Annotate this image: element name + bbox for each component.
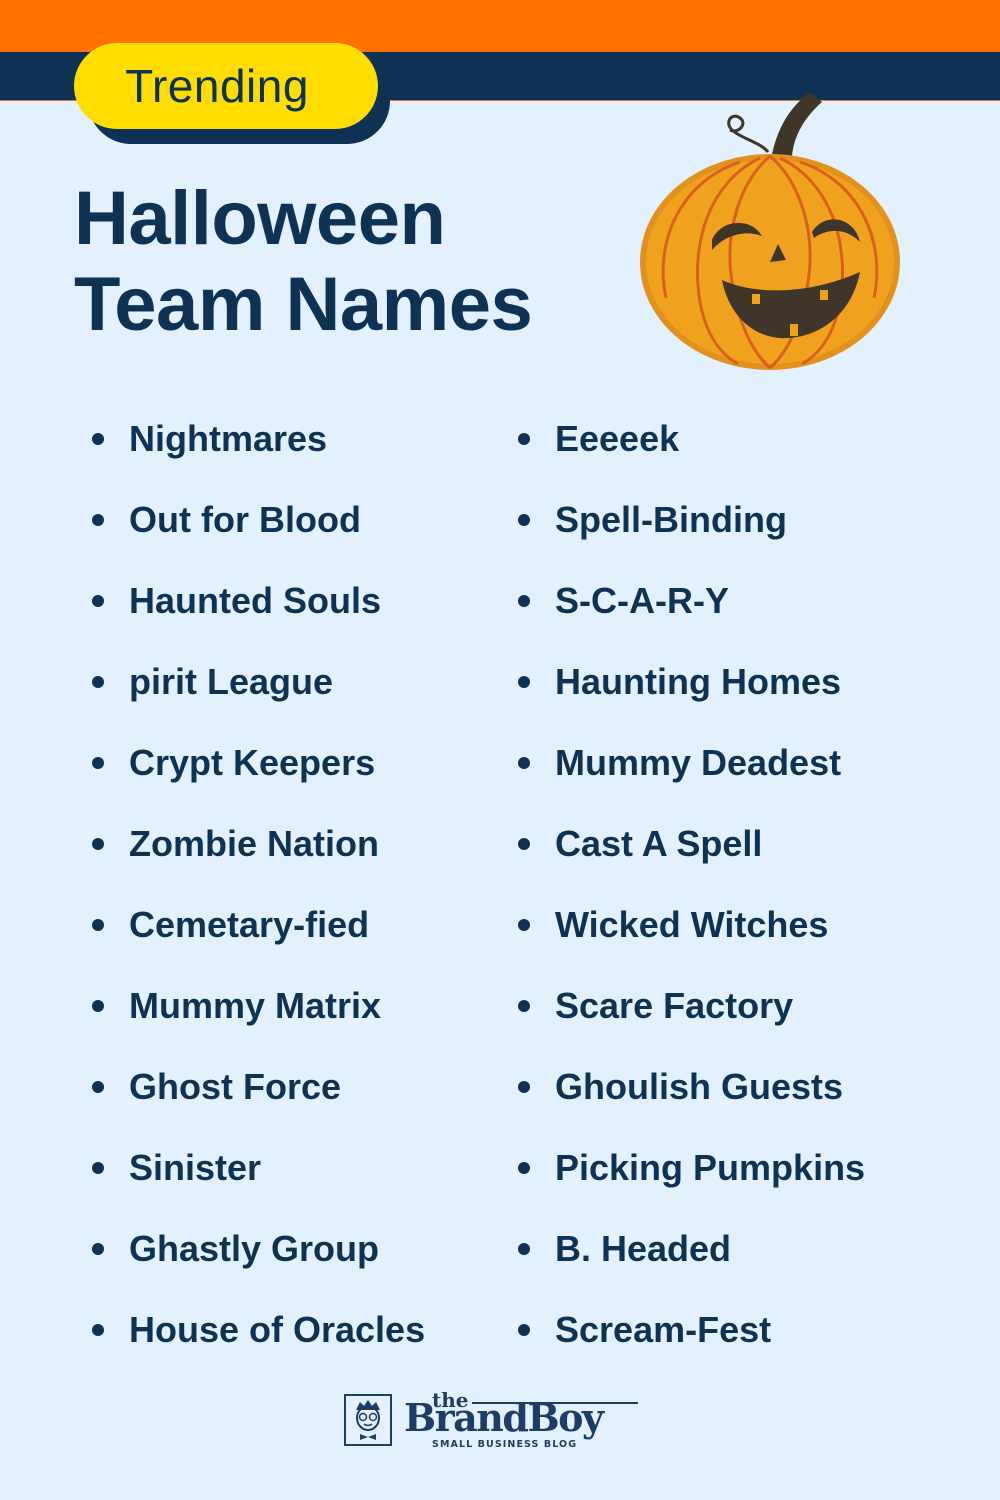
list-item: Ghoulish Guests: [518, 1060, 865, 1141]
bullet-icon: [92, 1081, 104, 1093]
team-name: Mummy Deadest: [555, 742, 842, 783]
team-names-right-column: Eeeeek Spell-Binding S-C-A-R-Y Haunting …: [518, 412, 865, 1384]
team-name: Nightmares: [129, 418, 328, 459]
team-name: Cemetary-fied: [129, 904, 370, 945]
team-name: Ghoulish Guests: [555, 1066, 844, 1107]
bullet-icon: [92, 1243, 104, 1255]
list-item: Cast A Spell: [518, 817, 865, 898]
list-item: Crypt Keepers: [92, 736, 425, 817]
list-item: pirit League: [92, 655, 425, 736]
team-name: Haunted Souls: [129, 580, 382, 621]
list-item: Cemetary-fied: [92, 898, 425, 979]
logo-tagline: SMALL BUSINESS BLOG: [432, 1439, 578, 1450]
list-item: Nightmares: [92, 412, 425, 493]
list-item: Zombie Nation: [92, 817, 425, 898]
list-item: Ghost Force: [92, 1060, 425, 1141]
bullet-icon: [92, 919, 104, 931]
team-name: pirit League: [129, 661, 334, 702]
bullet-icon: [92, 595, 104, 607]
bullet-icon: [518, 838, 530, 850]
team-name: Scream-Fest: [555, 1309, 772, 1350]
bullet-icon: [518, 1243, 530, 1255]
bullet-icon: [92, 514, 104, 526]
team-names-left-column: Nightmares Out for Blood Haunted Souls p…: [92, 412, 425, 1384]
trending-badge: Trending: [74, 43, 378, 129]
team-name: Out for Blood: [129, 499, 361, 540]
bullet-icon: [92, 757, 104, 769]
team-name: Mummy Matrix: [129, 985, 382, 1026]
list-item: Haunted Souls: [92, 574, 425, 655]
brandboy-logo: the BrandBoy SMALL BUSINESS BLOG: [344, 1388, 644, 1454]
bullet-icon: [518, 1000, 530, 1012]
bullet-icon: [92, 433, 104, 445]
list-item: S-C-A-R-Y: [518, 574, 865, 655]
list-item: Ghastly Group: [92, 1222, 425, 1303]
bullet-icon: [518, 433, 530, 445]
team-name: Ghost Force: [129, 1066, 342, 1107]
list-item: Sinister: [92, 1141, 425, 1222]
list-item: Out for Blood: [92, 493, 425, 574]
team-name: Eeeeek: [555, 418, 680, 459]
bullet-icon: [92, 1000, 104, 1012]
team-name: Zombie Nation: [129, 823, 379, 864]
title-line-2: Team Names: [74, 262, 533, 347]
list-item: Eeeeek: [518, 412, 865, 493]
list-item: Mummy Matrix: [92, 979, 425, 1060]
bullet-icon: [518, 514, 530, 526]
list-item: Haunting Homes: [518, 655, 865, 736]
team-name: S-C-A-R-Y: [555, 580, 729, 621]
title-line-1: Halloween: [74, 176, 446, 261]
bullet-icon: [92, 838, 104, 850]
list-item: Spell-Binding: [518, 493, 865, 574]
bullet-icon: [518, 1081, 530, 1093]
bullet-icon: [92, 1162, 104, 1174]
logo-brand-text: BrandBoy: [404, 1395, 604, 1440]
team-name: Sinister: [129, 1147, 262, 1188]
bullet-icon: [92, 1324, 104, 1336]
bullet-icon: [518, 595, 530, 607]
list-item: Scare Factory: [518, 979, 865, 1060]
bullet-icon: [518, 919, 530, 931]
list-item: Wicked Witches: [518, 898, 865, 979]
bullet-icon: [518, 1162, 530, 1174]
team-name: Scare Factory: [555, 985, 794, 1026]
team-name: House of Oracles: [129, 1309, 426, 1350]
trending-badge-label: Trending: [125, 60, 309, 112]
bullet-icon: [518, 757, 530, 769]
bullet-icon: [92, 676, 104, 688]
list-item: Mummy Deadest: [518, 736, 865, 817]
team-name: B. Headed: [555, 1228, 732, 1269]
boy-mascot-icon: [344, 1394, 392, 1446]
team-name: Cast A Spell: [555, 823, 763, 864]
bullet-icon: [518, 676, 530, 688]
page-title: Halloween Team Names: [74, 176, 533, 348]
team-name: Picking Pumpkins: [555, 1147, 866, 1188]
list-item: Scream-Fest: [518, 1303, 865, 1384]
team-name: Wicked Witches: [555, 904, 829, 945]
list-item: House of Oracles: [92, 1303, 425, 1384]
list-item: Picking Pumpkins: [518, 1141, 865, 1222]
bullet-icon: [518, 1324, 530, 1336]
team-name: Ghastly Group: [129, 1228, 380, 1269]
list-item: B. Headed: [518, 1222, 865, 1303]
team-name: Crypt Keepers: [129, 742, 376, 783]
team-name: Spell-Binding: [555, 499, 787, 540]
team-name: Haunting Homes: [555, 661, 842, 702]
jack-o-lantern-icon: [640, 92, 900, 370]
